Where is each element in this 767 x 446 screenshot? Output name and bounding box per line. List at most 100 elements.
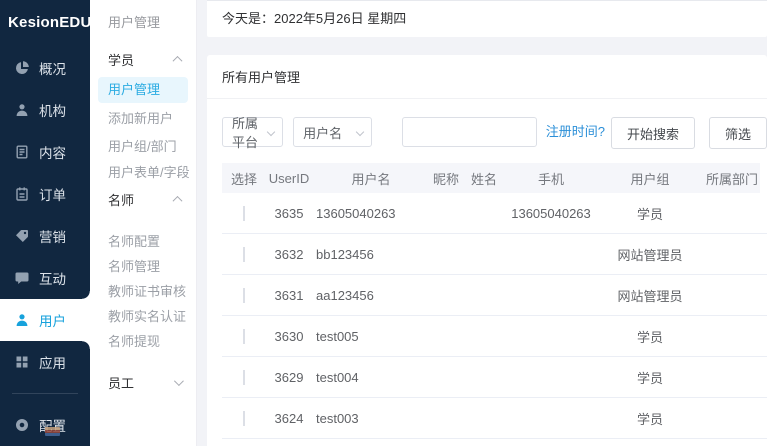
cell-username: 13605040263 <box>312 206 430 221</box>
secondary-sidebar: 用户管理 学员 用户管理添加新用户用户组/部门用户表单/字段 名师 名师配置名师… <box>90 0 197 446</box>
column-header-name: 姓名 <box>462 169 506 188</box>
cell-group: 网站管理员 <box>596 245 704 264</box>
keyword-input[interactable] <box>402 117 537 147</box>
cell-username: bb123456 <box>312 247 430 262</box>
gear-icon <box>14 417 30 433</box>
register-time-link[interactable]: 注册时间? <box>546 117 605 147</box>
chevron-down-icon <box>267 128 275 136</box>
table-row: 3631 aa123456 网站管理员 <box>222 275 767 316</box>
cell-group: 学员 <box>596 409 704 428</box>
secondary-sidebar-title: 用户管理 <box>90 0 196 31</box>
organization-icon <box>14 102 30 118</box>
sidebar-item-interaction[interactable]: 互动 <box>0 257 90 299</box>
chevron-down-icon <box>355 128 363 136</box>
row-checkbox[interactable] <box>243 247 245 262</box>
section-header-2[interactable]: 员工 <box>90 368 196 396</box>
sidebar-item-content[interactable]: 内容 <box>0 131 90 173</box>
table-row: 3629 test004 学员 <box>222 357 767 398</box>
cell-user_id: 3631 <box>266 288 312 303</box>
pie-chart-icon <box>14 60 30 76</box>
cell-username: test003 <box>312 411 430 426</box>
search-field-value: 用户名 <box>303 123 342 142</box>
row-checkbox[interactable] <box>243 288 245 303</box>
cell-group: 学员 <box>596 327 704 346</box>
sidebar-item-label: 用户 <box>39 310 66 330</box>
cell-phone: 13605040263 <box>506 206 596 221</box>
sidebar-item-label: 概况 <box>39 58 66 78</box>
sidebar-item-label: 内容 <box>39 142 66 162</box>
main-area: 今天是：2022年5月26日 星期四 所有用户管理 所属平台 用户名 注册时间?… <box>207 0 767 446</box>
row-checkbox[interactable] <box>243 411 245 426</box>
section-header-0[interactable]: 学员 <box>90 45 196 73</box>
sidebar-item-organization[interactable]: 机构 <box>0 89 90 131</box>
section-header-1[interactable]: 名师 <box>90 185 196 213</box>
row-checkbox[interactable] <box>243 206 245 221</box>
cell-user_id: 3632 <box>266 247 312 262</box>
user-icon <box>14 312 30 328</box>
submenu-item[interactable]: 教师实名认证 <box>90 304 196 329</box>
cropped-window-artifact <box>45 427 60 436</box>
column-header-group: 用户组 <box>596 169 704 188</box>
row-checkbox[interactable] <box>243 370 245 385</box>
sidebar-item-label: 应用 <box>39 352 66 372</box>
section-chevron-icon <box>173 55 183 65</box>
cell-user_id: 3624 <box>266 411 312 426</box>
brand-logo: KesionEDU <box>0 0 90 31</box>
column-header-select: 选择 <box>222 169 266 188</box>
cell-username: test005 <box>312 329 430 344</box>
submenu-item[interactable]: 名师管理 <box>90 254 196 279</box>
secondary-nav: 学员 用户管理添加新用户用户组/部门用户表单/字段 名师 名师配置名师管理教师证… <box>90 45 196 396</box>
submenu-item[interactable]: 教师证书审核 <box>90 279 196 304</box>
sidebar-item-marketing[interactable]: 营销 <box>0 215 90 257</box>
submenu-item[interactable]: 名师配置 <box>90 229 196 254</box>
sidebar-item-orders[interactable]: 订单 <box>0 173 90 215</box>
search-button[interactable]: 开始搜索 <box>611 117 695 149</box>
table-header-row: 选择UserID用户名昵称姓名手机用户组所属部门 <box>222 163 760 193</box>
column-header-nickname: 昵称 <box>430 169 462 188</box>
app-root: KesionEDU 概况 机构 内容 订单 营销 互动 用户 应用 配置 用户管… <box>0 0 767 446</box>
platform-select[interactable]: 所属平台 <box>222 117 283 147</box>
cell-group: 学员 <box>596 204 704 223</box>
cell-user_id: 3629 <box>266 370 312 385</box>
column-header-username: 用户名 <box>312 169 430 188</box>
cell-user_id: 3630 <box>266 329 312 344</box>
submenu-item[interactable]: 用户组/部门 <box>90 133 196 161</box>
sidebar-item-label: 营销 <box>39 226 66 246</box>
submenu-item[interactable]: 添加新用户 <box>90 105 196 133</box>
topbar: 今天是：2022年5月26日 星期四 <box>207 0 767 37</box>
sidebar-item-apps[interactable]: 应用 <box>0 341 90 383</box>
primary-nav: 概况 机构 内容 订单 营销 互动 用户 应用 配置 <box>0 47 90 446</box>
section-label: 员工 <box>108 373 134 392</box>
section-chevron-icon <box>173 195 183 205</box>
filter-bar: 所属平台 用户名 注册时间? 开始搜索 筛选 <box>207 99 767 163</box>
sidebar-item-label: 互动 <box>39 268 66 288</box>
page-title: 所有用户管理 <box>207 55 767 99</box>
primary-sidebar: KesionEDU 概况 机构 内容 订单 营销 互动 用户 应用 配置 <box>0 0 90 446</box>
sidebar-item-label: 订单 <box>39 184 66 204</box>
column-header-phone: 手机 <box>506 169 596 188</box>
row-checkbox[interactable] <box>243 329 245 344</box>
sidebar-item-label: 机构 <box>39 100 66 120</box>
table-body: 3635 13605040263 13605040263 学员 3632 bb1… <box>222 193 767 439</box>
table-row: 3635 13605040263 13605040263 学员 <box>222 193 767 234</box>
submenu-item[interactable]: 名师提现 <box>90 329 196 354</box>
document-icon <box>14 144 30 160</box>
search-field-select[interactable]: 用户名 <box>293 117 372 147</box>
cell-group: 网站管理员 <box>596 286 704 305</box>
cell-group: 学员 <box>596 368 704 387</box>
cell-username: test004 <box>312 370 430 385</box>
section-label: 名师 <box>108 190 134 209</box>
sidebar-item-overview[interactable]: 概况 <box>0 47 90 89</box>
submenu-item[interactable]: 用户管理 <box>98 77 188 103</box>
section-label: 学员 <box>108 50 134 69</box>
sidebar-divider <box>12 393 78 394</box>
filter-button[interactable]: 筛选 <box>709 117 767 149</box>
chat-icon <box>14 270 30 286</box>
date-text: 今天是：2022年5月26日 星期四 <box>222 11 406 26</box>
sidebar-item-config[interactable]: 配置 <box>0 404 90 446</box>
order-icon <box>14 186 30 202</box>
apps-icon <box>14 354 30 370</box>
user-management-card: 所有用户管理 所属平台 用户名 注册时间? 开始搜索 筛选 选择UserID用户… <box>207 55 767 446</box>
table-row: 3630 test005 学员 <box>222 316 767 357</box>
sidebar-item-users[interactable]: 用户 <box>0 299 90 341</box>
